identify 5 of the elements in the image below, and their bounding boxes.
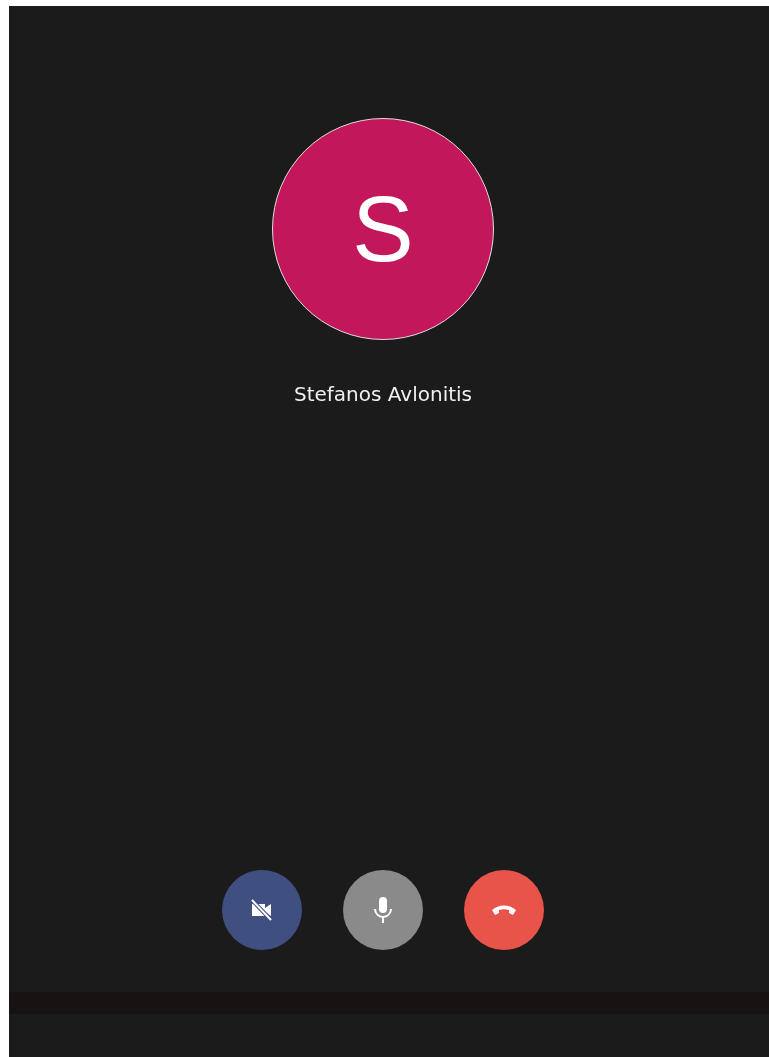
- phone-hang-up-icon: [491, 904, 517, 916]
- avatar-initial: S: [352, 183, 414, 275]
- microphone-icon: [372, 896, 394, 924]
- caller-name: Stefanos Avlonitis: [294, 382, 472, 406]
- video-camera-off-icon: [249, 897, 275, 923]
